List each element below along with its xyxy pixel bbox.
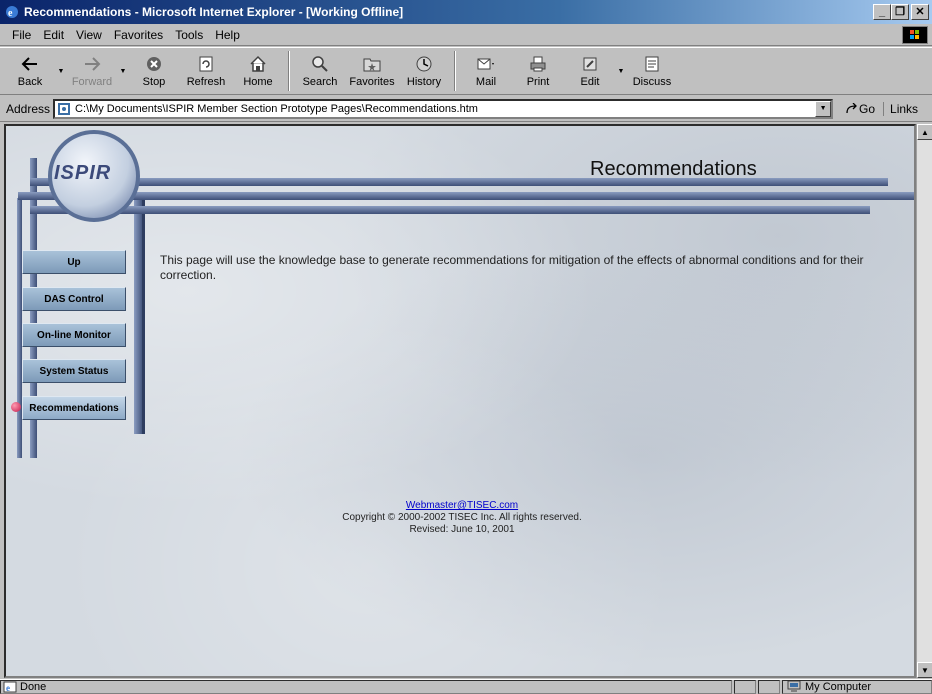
status-main-panel: e Done <box>0 679 732 694</box>
toolbar-separator <box>288 51 290 91</box>
svg-text:e: e <box>8 8 13 19</box>
history-button[interactable]: History <box>398 48 450 94</box>
go-button[interactable]: Go <box>845 102 875 116</box>
address-input[interactable]: C:\My Documents\ISPIR Member Section Pro… <box>53 98 834 119</box>
webmaster-email-link[interactable]: Webmaster@TISEC.com <box>406 500 518 511</box>
favorites-button[interactable]: Favorites <box>346 48 398 94</box>
minimize-button[interactable]: _ <box>873 4 891 20</box>
status-security-cell <box>758 679 780 694</box>
forward-label: Forward <box>71 76 113 88</box>
mail-button[interactable]: Mail <box>460 48 512 94</box>
page-viewport: ISPIR Recommendations Up DAS Control On-… <box>4 124 916 678</box>
ie-page-icon: e <box>3 681 17 693</box>
scroll-down-button[interactable]: ▼ <box>917 662 932 678</box>
history-icon <box>413 54 435 74</box>
search-label: Search <box>302 76 338 88</box>
restore-button[interactable]: ❐ <box>891 4 909 20</box>
window-title: Recommendations - Microsoft Internet Exp… <box>24 5 404 19</box>
forward-arrow-icon <box>81 54 103 74</box>
search-icon <box>309 54 331 74</box>
links-button[interactable]: Links <box>883 101 918 116</box>
go-label: Go <box>859 101 876 116</box>
go-arrow-icon <box>846 102 857 113</box>
edit-dropdown[interactable]: ▼ <box>616 48 626 94</box>
address-label: Address <box>6 101 51 116</box>
menu-help[interactable]: Help <box>209 28 246 42</box>
back-label: Back <box>17 76 43 88</box>
status-zone-text: My Computer <box>805 680 872 693</box>
windows-logo-icon <box>902 26 928 44</box>
favorites-folder-icon <box>361 54 383 74</box>
print-button[interactable]: Print <box>512 48 564 94</box>
print-label: Print <box>526 76 550 88</box>
mail-label: Mail <box>475 76 497 88</box>
window-titlebar: e Recommendations - Microsoft Internet E… <box>0 0 932 24</box>
menu-bar: File Edit View Favorites Tools Help <box>0 24 932 46</box>
internet-explorer-icon: e <box>6 6 18 19</box>
my-computer-icon <box>787 680 801 692</box>
refresh-label: Refresh <box>186 76 226 88</box>
menu-edit[interactable]: Edit <box>37 28 70 42</box>
discuss-icon <box>641 54 663 74</box>
address-url: C:\My Documents\ISPIR Member Section Pro… <box>75 102 478 115</box>
address-dropdown-button[interactable]: ▼ <box>815 100 832 117</box>
back-dropdown[interactable]: ▼ <box>56 48 66 94</box>
standard-toolbar: Back ▼ Forward ▼ Stop Refresh Home Searc… <box>0 47 932 95</box>
revised-date: Revised: June 10, 2001 <box>409 524 515 535</box>
stop-button[interactable]: Stop <box>128 48 180 94</box>
home-label: Home <box>243 76 273 88</box>
discuss-button[interactable]: Discuss <box>626 48 678 94</box>
page-frame-graphic <box>17 130 914 458</box>
status-text: Done <box>20 680 47 693</box>
menu-view[interactable]: View <box>70 28 108 42</box>
status-progress-cell <box>734 679 756 694</box>
page-title: Recommendations <box>590 158 757 180</box>
refresh-icon <box>195 54 217 74</box>
edit-icon <box>579 54 601 74</box>
stop-label: Stop <box>142 76 166 88</box>
back-arrow-icon <box>19 54 41 74</box>
status-zone-panel: My Computer <box>782 679 932 694</box>
mail-icon <box>475 54 497 74</box>
search-button[interactable]: Search <box>294 48 346 94</box>
menu-file[interactable]: File <box>6 28 37 42</box>
home-icon <box>247 54 269 74</box>
nav-up-button[interactable]: Up <box>22 250 126 274</box>
forward-dropdown[interactable]: ▼ <box>118 48 128 94</box>
stop-icon <box>143 54 165 74</box>
status-bar: e Done My Computer <box>0 679 932 694</box>
nav-system-status-button[interactable]: System Status <box>22 359 126 383</box>
back-button[interactable]: Back <box>4 48 56 94</box>
page-icon <box>58 102 71 115</box>
menu-favorites[interactable]: Favorites <box>108 28 169 42</box>
current-page-bullet-icon <box>11 402 21 412</box>
refresh-button[interactable]: Refresh <box>180 48 232 94</box>
page-footer: Webmaster@TISEC.com Copyright © 2000-200… <box>6 500 914 536</box>
nav-online-monitor-button[interactable]: On-line Monitor <box>22 323 126 347</box>
scroll-up-button[interactable]: ▲ <box>917 124 932 140</box>
edit-label: Edit <box>580 76 600 88</box>
close-button[interactable]: ✕ <box>911 4 929 20</box>
home-button[interactable]: Home <box>232 48 284 94</box>
page-body-text: This page will use the knowledge base to… <box>160 253 864 282</box>
toolbar-separator <box>454 51 456 91</box>
nav-recommendations-button[interactable]: Recommendations <box>22 396 126 420</box>
printer-icon <box>527 54 549 74</box>
favorites-label: Favorites <box>349 76 395 88</box>
nav-das-control-button[interactable]: DAS Control <box>22 287 126 311</box>
history-label: History <box>406 76 442 88</box>
ispir-logo: ISPIR <box>54 162 112 184</box>
copyright-text: Copyright © 2000-2002 TISEC Inc. All rig… <box>342 512 582 523</box>
svg-text:e: e <box>6 683 10 693</box>
address-bar: Address C:\My Documents\ISPIR Member Sec… <box>0 96 932 122</box>
discuss-label: Discuss <box>632 76 672 88</box>
forward-button[interactable]: Forward <box>66 48 118 94</box>
edit-button[interactable]: Edit <box>564 48 616 94</box>
menu-tools[interactable]: Tools <box>169 28 209 42</box>
vertical-scrollbar[interactable]: ▲ ▼ <box>916 124 932 678</box>
